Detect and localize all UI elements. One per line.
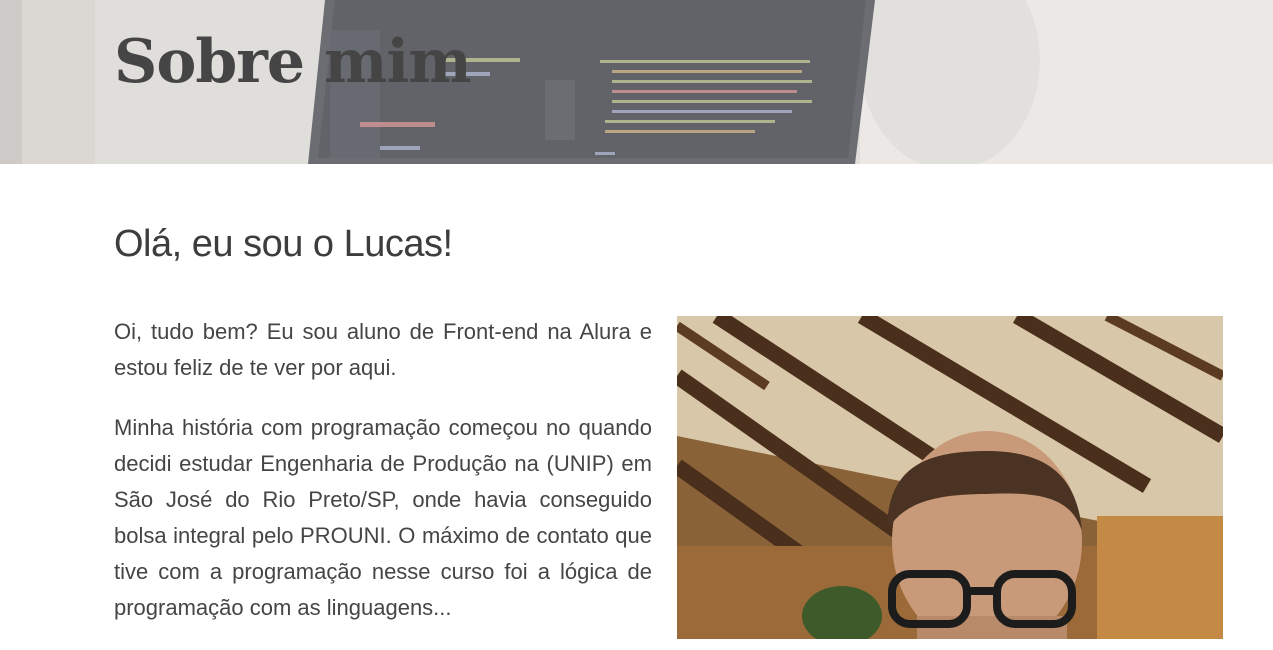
page-title: Sobre mim [114, 27, 472, 97]
about-text: Oi, tudo bem? Eu sou aluno de Front-end … [114, 314, 652, 650]
hero-banner: Sobre mim [0, 0, 1273, 164]
greeting-heading: Olá, eu sou o Lucas! [114, 223, 453, 265]
about-paragraph: Oi, tudo bem? Eu sou aluno de Front-end … [114, 319, 652, 380]
about-section: Olá, eu sou o Lucas! Oi, tudo bem? Eu so… [0, 164, 1273, 639]
about-paragraph: Minha história com programação começou n… [114, 415, 652, 620]
profile-photo [677, 316, 1223, 639]
person-photo-image [677, 316, 1223, 639]
